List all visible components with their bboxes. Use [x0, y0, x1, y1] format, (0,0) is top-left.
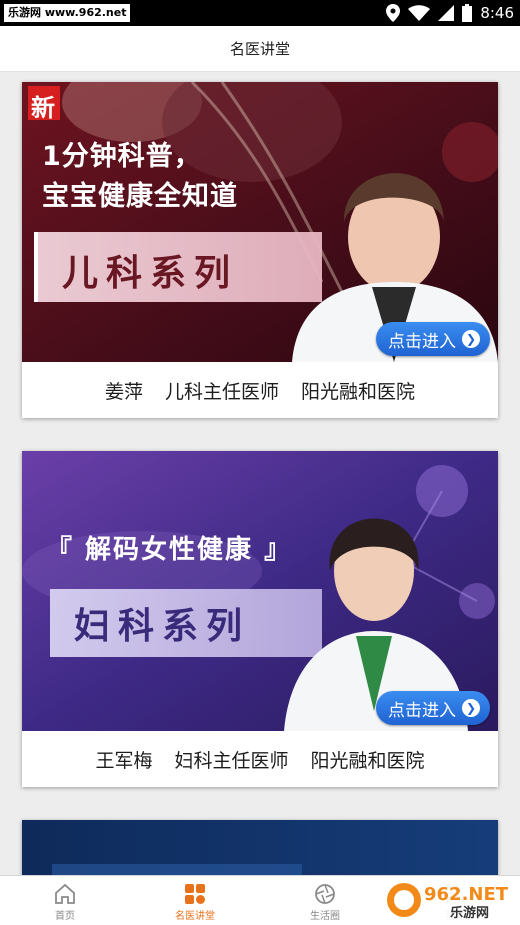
status-icons: 8:46: [386, 0, 514, 26]
aperture-icon: [315, 884, 335, 904]
tab-label: 首页: [55, 911, 75, 922]
enter-button-label: 点击进入: [388, 331, 456, 352]
gynecology-banner[interactable]: 『 解码女性健康 』 妇科系列 点击进入 ❯: [22, 451, 498, 731]
doctor-name: 王军梅: [95, 749, 153, 772]
lecture-list[interactable]: 新 1分钟科普， 宝宝健康全知道 儿科系列 点击进入 ❯ 姜萍 儿科主任医师 阳…: [0, 72, 520, 875]
tab-life-circle[interactable]: 生活圈: [260, 876, 390, 925]
banner-headline: 『 解码女性健康 』: [46, 535, 293, 565]
doctor-info: 姜萍 儿科主任医师 阳光融和医院: [22, 362, 498, 418]
series-title: 儿科系列: [62, 253, 239, 294]
chevron-right-icon: ❯: [462, 699, 480, 717]
enter-button[interactable]: 点击进入 ❯: [376, 691, 490, 725]
lecture-card-gynecology[interactable]: 『 解码女性健康 』 妇科系列 点击进入 ❯ 王军梅 妇科主任医师 阳光融和医院: [22, 451, 498, 787]
grid-icon: [185, 884, 205, 904]
doctor-hospital: 阳光融和医院: [310, 749, 425, 772]
doctor-position: 妇科主任医师: [174, 749, 289, 772]
pediatrics-banner[interactable]: 新 1分钟科普， 宝宝健康全知道 儿科系列 点击进入 ❯: [22, 82, 498, 362]
lecture-card-pediatrics[interactable]: 新 1分钟科普， 宝宝健康全知道 儿科系列 点击进入 ❯ 姜萍 儿科主任医师 阳…: [22, 82, 498, 418]
banner-headline-2: 宝宝健康全知道: [42, 181, 238, 212]
wifi-icon: [408, 5, 431, 21]
brand-logo: 962.NET 乐游网: [384, 878, 516, 922]
tab-label: 生活圈: [310, 911, 340, 922]
watermark-label: 乐游网 www.962.net: [4, 4, 131, 22]
page-title: 名医讲堂: [0, 26, 520, 72]
clock: 8:46: [480, 4, 514, 22]
banner-headline-1: 1分钟科普，: [42, 141, 202, 172]
tab-home[interactable]: 首页: [0, 876, 130, 925]
enter-button[interactable]: 点击进入 ❯: [376, 322, 490, 356]
brand-logo-text: 962.NET: [424, 884, 509, 905]
tab-label: 名医讲堂: [175, 911, 215, 922]
gynecology-banner-art: [22, 451, 498, 731]
doctor-position: 儿科主任医师: [164, 380, 279, 403]
doctor-name: 姜萍: [104, 380, 143, 403]
new-badge: 新: [31, 94, 55, 122]
chevron-right-icon: ❯: [462, 330, 480, 348]
home-icon: [55, 883, 75, 904]
pediatrics-banner-art: [22, 82, 498, 362]
location-icon: [386, 4, 401, 22]
brand-logo-sub: 乐游网: [450, 905, 489, 921]
series-title: 妇科系列: [74, 606, 251, 647]
next-banner[interactable]: [22, 820, 498, 875]
doctor-info: 王军梅 妇科主任医师 阳光融和医院: [22, 731, 498, 787]
next-banner-art: [22, 820, 498, 875]
doctor-hospital: 阳光融和医院: [301, 380, 416, 403]
tab-lectures[interactable]: 名医讲堂: [130, 876, 260, 925]
battery-icon: [462, 4, 473, 22]
enter-button-label: 点击进入: [388, 700, 456, 721]
status-bar: 乐游网 www.962.net 8:46: [0, 0, 520, 26]
signal-icon: [438, 5, 455, 21]
lecture-card-next[interactable]: [22, 820, 498, 875]
